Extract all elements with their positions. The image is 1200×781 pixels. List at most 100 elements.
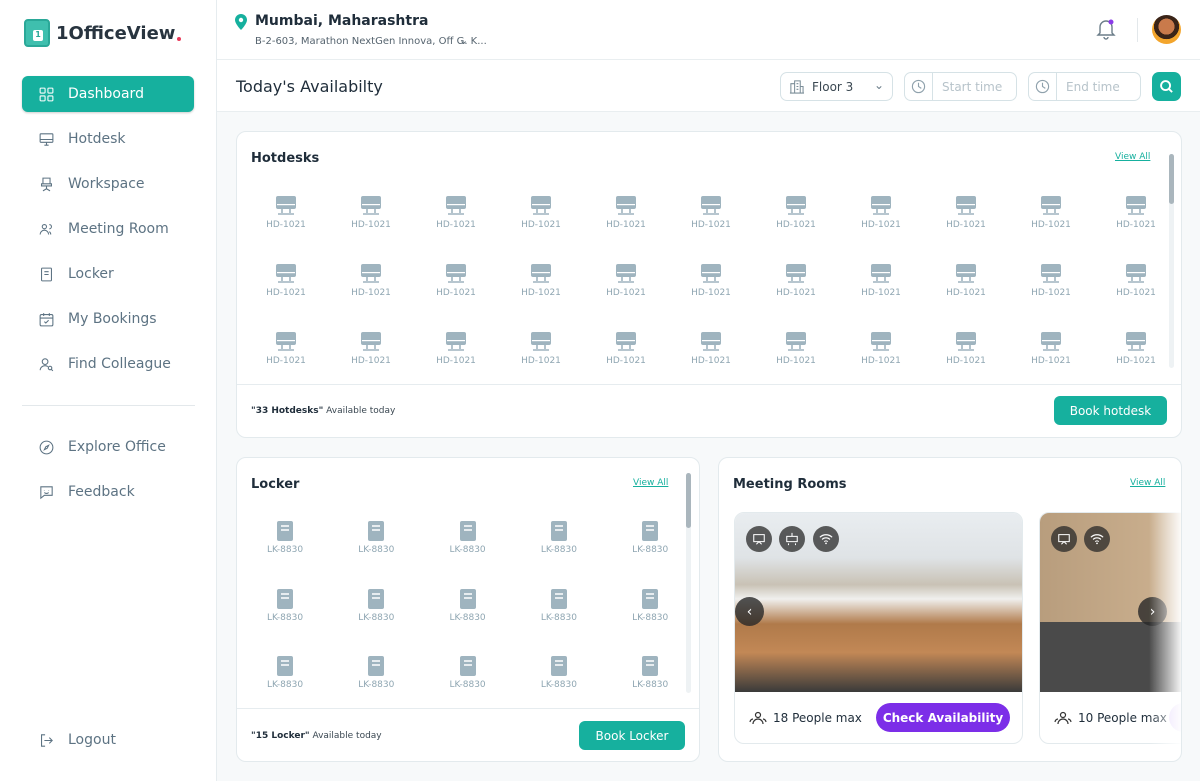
hotdesks-view-all-link[interactable]: View All <box>1115 152 1150 162</box>
hotdesk-item[interactable]: HD-1021 <box>421 331 491 366</box>
sidebar-item-feedback[interactable]: Feedback <box>22 474 194 510</box>
locker-icon <box>459 656 476 676</box>
hotdesk-item[interactable]: HD-1021 <box>761 331 831 366</box>
topbar: Mumbai, Maharashtra B-2-603, Marathon Ne… <box>217 0 1200 60</box>
hotdesk-item[interactable]: HD-1021 <box>336 195 406 230</box>
desk-monitor-icon <box>786 332 806 351</box>
sidebar-item-locker[interactable]: Locker <box>22 256 194 292</box>
hotdesk-item[interactable]: HD-1021 <box>336 263 406 298</box>
hotdesk-item[interactable]: HD-1021 <box>591 263 661 298</box>
meeting-room-card[interactable]: ‹ 18 People max Check Availability <box>734 512 1023 744</box>
hotdesk-item[interactable]: HD-1021 <box>1016 331 1086 366</box>
logout-button[interactable]: Logout <box>22 722 194 758</box>
chevron-down-icon[interactable]: ⌄ <box>459 34 468 47</box>
start-time-input[interactable]: Start time <box>904 72 1017 101</box>
monitor-icon <box>39 132 54 146</box>
locker-item[interactable]: LK-8830 <box>615 655 685 690</box>
locker-item[interactable]: LK-8830 <box>524 655 594 690</box>
locker-item[interactable]: LK-8830 <box>433 520 503 555</box>
locker-item[interactable]: LK-8830 <box>341 655 411 690</box>
carousel-prev-button[interactable]: ‹ <box>735 597 764 626</box>
hotdesk-item[interactable]: HD-1021 <box>1016 263 1086 298</box>
hotdesk-item[interactable]: HD-1021 <box>251 331 321 366</box>
hotdesk-item[interactable]: HD-1021 <box>676 195 746 230</box>
hotdesk-item[interactable]: HD-1021 <box>846 331 916 366</box>
locker-item[interactable]: LK-8830 <box>250 520 320 555</box>
desk-monitor-icon <box>446 332 466 351</box>
check-availability-button[interactable]: Check Availability <box>876 703 1010 732</box>
notification-bell-icon[interactable] <box>1096 18 1116 40</box>
hotdesk-item[interactable]: HD-1021 <box>931 195 1001 230</box>
floor-select[interactable]: Floor 3 ⌄ <box>780 72 893 101</box>
hotdesk-item[interactable]: HD-1021 <box>506 263 576 298</box>
desk-monitor-icon <box>531 196 551 215</box>
app-name: 1OfficeView <box>56 22 176 44</box>
avatar[interactable] <box>1152 15 1181 44</box>
locker-item[interactable]: LK-8830 <box>341 520 411 555</box>
locker-footer <box>237 708 699 709</box>
hotdesk-item[interactable]: HD-1021 <box>421 263 491 298</box>
hotdesk-item[interactable]: HD-1021 <box>761 263 831 298</box>
locker-item[interactable]: LK-8830 <box>524 588 594 623</box>
hotdesk-item[interactable]: HD-1021 <box>676 263 746 298</box>
page-title: Today's Availabilty <box>236 77 383 96</box>
hotdesk-item[interactable]: HD-1021 <box>506 331 576 366</box>
hotdesk-item[interactable]: HD-1021 <box>761 195 831 230</box>
hotdesk-item[interactable]: HD-1021 <box>421 195 491 230</box>
end-time-input[interactable]: End time <box>1028 72 1141 101</box>
people-icon <box>1054 711 1072 725</box>
hotdesk-item[interactable]: HD-1021 <box>251 263 321 298</box>
location-address[interactable]: B-2-603, Marathon NextGen Innova, Off G.… <box>255 36 487 47</box>
locker-item[interactable]: LK-8830 <box>433 655 503 690</box>
sidebar-item-workspace[interactable]: Workspace <box>22 166 194 202</box>
sidebar-item-dashboard[interactable]: Dashboard <box>22 76 194 112</box>
sidebar-item-my-bookings[interactable]: My Bookings <box>22 301 194 337</box>
sidebar-item-explore-office[interactable]: Explore Office <box>22 429 194 465</box>
locker-item[interactable]: LK-8830 <box>250 655 320 690</box>
hotdesk-item[interactable]: HD-1021 <box>931 331 1001 366</box>
hotdesk-item[interactable]: HD-1021 <box>1101 263 1171 298</box>
hotdesk-item[interactable]: HD-1021 <box>591 195 661 230</box>
locker-view-all-link[interactable]: View All <box>633 478 668 488</box>
locker-icon <box>550 588 567 609</box>
hotdesk-item[interactable]: HD-1021 <box>506 195 576 230</box>
desk-monitor-icon <box>701 264 721 283</box>
hotdesk-item[interactable]: HD-1021 <box>846 195 916 230</box>
locker-item[interactable]: LK-8830 <box>615 588 685 623</box>
locker-card: Locker View All LK-8830 LK-8830 LK-8830 LK-… <box>236 457 700 762</box>
hotdesk-item[interactable]: HD-1021 <box>1101 331 1171 366</box>
hotdesk-item[interactable]: HD-1021 <box>591 331 661 366</box>
hotdesks-scrollbar[interactable] <box>1169 154 1174 368</box>
sidebar-item-meeting-room[interactable]: Meeting Room <box>22 211 194 247</box>
desk-monitor-icon <box>956 332 976 351</box>
hotdesk-item[interactable]: HD-1021 <box>1101 195 1171 230</box>
sidebar-item-find-colleague[interactable]: Find Colleague <box>22 346 194 382</box>
locker-item[interactable]: LK-8830 <box>615 520 685 555</box>
search-button[interactable] <box>1152 72 1181 101</box>
desk-monitor-icon <box>1126 196 1146 215</box>
meeting-rooms-view-all-link[interactable]: View All <box>1130 478 1165 488</box>
sidebar: 1 1OfficeView Dashboard Hotdesk Workspace M… <box>0 0 217 781</box>
locker-scrollbar[interactable] <box>686 473 691 693</box>
locker-item[interactable]: LK-8830 <box>524 520 594 555</box>
locker-item[interactable]: LK-8830 <box>341 588 411 623</box>
locker-icon <box>368 656 385 676</box>
locker-icon <box>368 521 385 541</box>
hotdesk-item[interactable]: HD-1021 <box>251 195 321 230</box>
desk-monitor-icon <box>531 264 551 283</box>
book-locker-button[interactable]: Book Locker <box>579 721 685 750</box>
book-hotdesk-button[interactable]: Book hotdesk <box>1054 396 1167 425</box>
hotdesks-availability: "33 Hotdesks" Available today <box>251 406 396 416</box>
hotdesk-item[interactable]: HD-1021 <box>931 263 1001 298</box>
hotdesk-item[interactable]: HD-1021 <box>336 331 406 366</box>
locker-item[interactable]: LK-8830 <box>433 588 503 623</box>
logo[interactable]: 1 1OfficeView <box>24 19 182 47</box>
sidebar-item-hotdesk[interactable]: Hotdesk <box>22 121 194 157</box>
locker-item[interactable]: LK-8830 <box>250 588 320 623</box>
hotdesk-item[interactable]: HD-1021 <box>1016 195 1086 230</box>
hotdesk-item[interactable]: HD-1021 <box>846 263 916 298</box>
grid-icon <box>39 87 54 101</box>
desk-monitor-icon <box>361 264 381 283</box>
clock-icon <box>1029 73 1057 100</box>
hotdesk-item[interactable]: HD-1021 <box>676 331 746 366</box>
